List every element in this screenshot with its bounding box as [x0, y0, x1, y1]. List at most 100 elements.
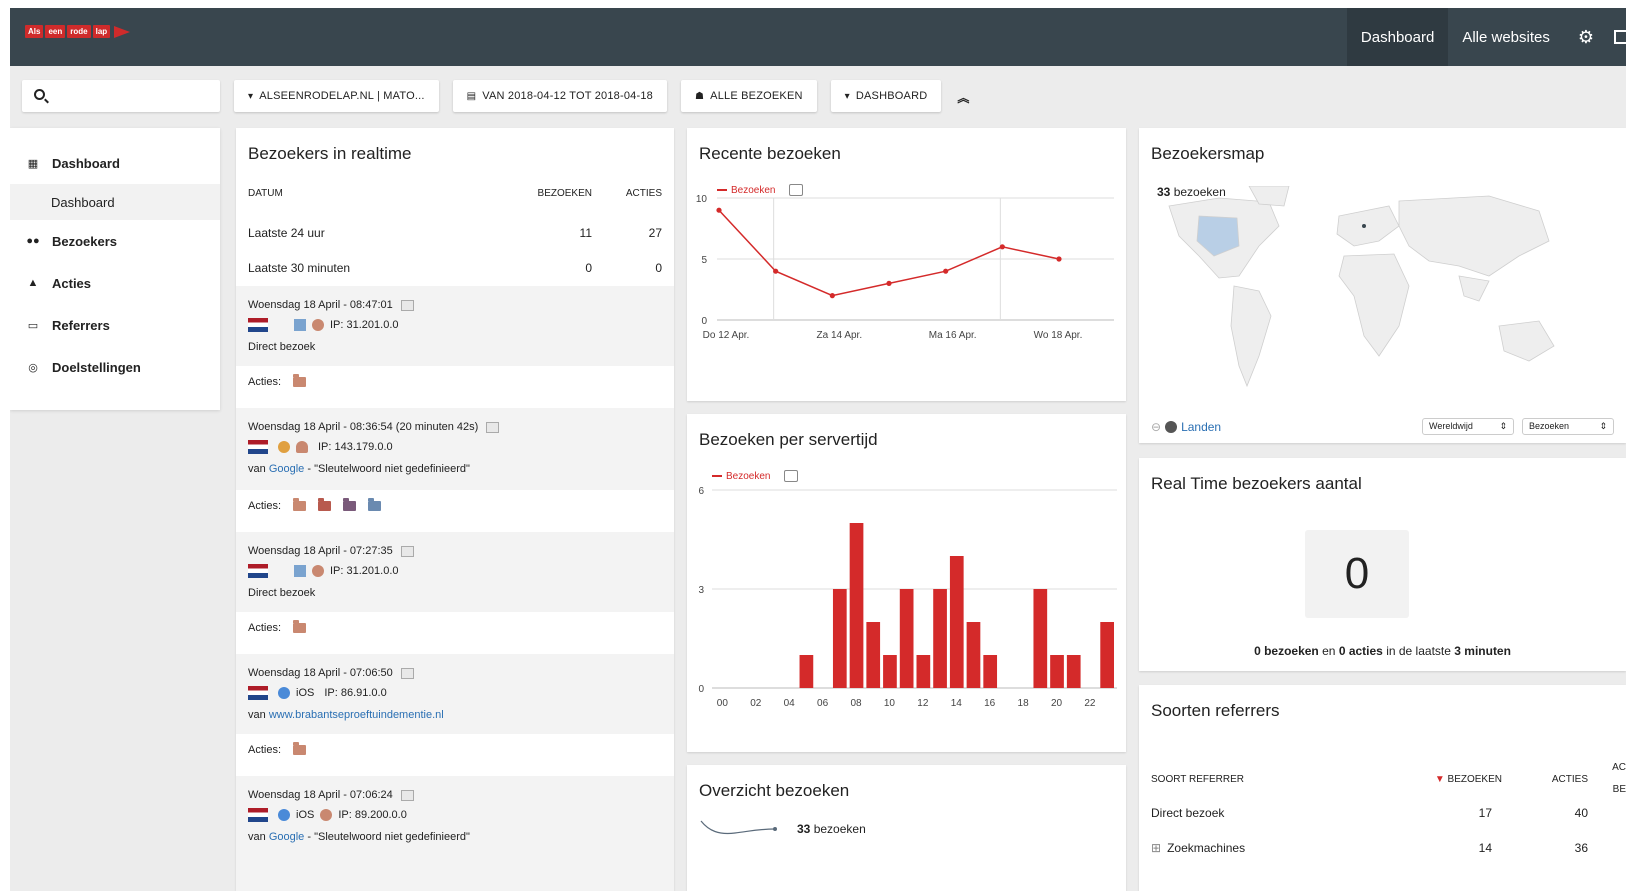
sidebar-item-actions[interactable]: ▲ Acties — [10, 262, 220, 304]
visit-date: Woensdag 18 April - 07:06:24 — [248, 789, 393, 801]
visit-date: Woensdag 18 April - 07:06:50 — [248, 667, 393, 679]
widget-title: Overzicht bezoeken — [699, 781, 850, 800]
column-header[interactable]: ▼ BEZOEKEN — [1382, 774, 1502, 785]
toolbar: ▾ ALSEENRODELAP.NL | MATO... ▤ VAN 2018-… — [22, 80, 969, 114]
sidebar-subitem-dashboard[interactable]: Dashboard — [10, 184, 220, 220]
row-actions: 36 — [1574, 841, 1588, 855]
logout-icon[interactable] — [1614, 30, 1626, 44]
table-header: SOORT REFERRER ▼ BEZOEKEN ACTIES AC BE — [1151, 757, 1626, 801]
sidebar-item-dashboard[interactable]: ▦ Dashboard — [10, 142, 220, 184]
profile-icon[interactable] — [400, 789, 414, 801]
column-header[interactable]: DATUM — [248, 188, 512, 199]
row-label: Laatste 30 minuten — [248, 261, 351, 275]
sidebar-item-referrers[interactable]: ▭ Referrers — [10, 304, 220, 346]
bar — [949, 556, 964, 688]
caret-icon: ▾ — [248, 90, 254, 102]
top-nav: Dashboard Alle websites ⚙ — [1346, 8, 1626, 66]
column-header-label: BE — [1612, 784, 1626, 795]
visit-ip: IP: 89.200.0.0 — [338, 809, 407, 821]
visit-source-prefix: van — [248, 709, 266, 721]
profile-icon[interactable] — [400, 545, 414, 557]
caret-icon: ▾ — [844, 90, 850, 102]
bar — [933, 589, 947, 688]
action-icon[interactable] — [293, 620, 307, 633]
safari-icon — [278, 687, 290, 699]
nav-all-websites[interactable]: Alle websites — [1448, 8, 1564, 66]
os-label: iOS — [296, 687, 315, 699]
x-tick-label: 20 — [1051, 698, 1063, 709]
widget-title: Bezoekersmap — [1151, 144, 1265, 163]
bar — [866, 622, 881, 688]
segment-selector[interactable]: ☗ ALLE BEZOEKEN — [680, 80, 817, 112]
data-point — [1056, 256, 1062, 262]
row-label: Zoekmachines — [1167, 841, 1246, 855]
y-tick-label: 3 — [698, 585, 704, 596]
action-icon[interactable] — [293, 374, 307, 387]
table-row: Laatste 30 minuten 0 0 — [248, 261, 662, 275]
sidebar-item-label: Referrers — [52, 317, 110, 333]
sidebar: ▦ Dashboard Dashboard ●● Bezoekers ▲ Act… — [10, 128, 220, 410]
visitor-icon — [312, 319, 324, 331]
bar — [1100, 622, 1114, 688]
x-tick-label: 16 — [984, 698, 996, 709]
referrer-link[interactable]: Google — [269, 831, 304, 843]
column-header[interactable]: ACTIES — [592, 188, 662, 199]
world-map[interactable] — [1159, 186, 1579, 406]
metric-select[interactable]: Bezoeken ⇕ — [1522, 418, 1614, 435]
target-icon: ◎ — [28, 361, 38, 374]
action-icon[interactable] — [293, 742, 307, 755]
map-footer: ⊖ Landen Wereldwijd ⇕ Bezoeken ⇕ — [1151, 418, 1614, 435]
column-header[interactable]: SOORT REFERRER — [1151, 774, 1382, 785]
search-input[interactable] — [22, 80, 220, 112]
nav-dashboard[interactable]: Dashboard — [1346, 8, 1449, 66]
profile-icon[interactable] — [400, 667, 414, 679]
column-header[interactable]: ACTIES — [1502, 774, 1588, 785]
visitor-icon — [312, 565, 324, 577]
visit-source-prefix: van — [248, 831, 266, 843]
bar — [916, 655, 931, 688]
action-icon[interactable] — [318, 498, 332, 511]
y-tick-label: 6 — [698, 486, 704, 497]
search-icon — [34, 89, 45, 100]
collapse-icon[interactable]: ︽ — [957, 80, 969, 114]
site-selector[interactable]: ▾ ALSEENRODELAP.NL | MATO... — [234, 80, 439, 112]
sidebar-item-visitors[interactable]: ●● Bezoekers — [10, 220, 220, 262]
column-header[interactable]: BEZOEKEN — [512, 188, 592, 199]
zoom-out-icon[interactable]: ⊖ — [1151, 420, 1161, 434]
dashboard-selector[interactable]: ▾ DASHBOARD — [830, 80, 942, 112]
grid-icon: ▦ — [27, 157, 39, 170]
bar — [983, 655, 998, 688]
binoculars-icon: ●● — [26, 235, 40, 247]
visitor-map-widget: Bezoekersmap 33 bezoeken ⊖ Landen Wereld… — [1139, 128, 1626, 443]
actions-label: Acties: — [248, 622, 282, 634]
bar — [883, 655, 897, 688]
sidebar-item-goals[interactable]: ◎ Doelstellingen — [10, 346, 220, 388]
visit-ip: IP: 31.201.0.0 — [330, 565, 399, 577]
x-tick-label: 18 — [1018, 698, 1030, 709]
period-selector[interactable]: ▤ VAN 2018-04-12 TOT 2018-04-18 — [452, 80, 667, 112]
profile-icon[interactable] — [486, 421, 500, 433]
region-select[interactable]: Wereldwijd ⇕ — [1422, 418, 1514, 435]
column-header[interactable]: AC BE — [1588, 757, 1626, 801]
expand-icon[interactable]: ⊞ — [1151, 841, 1161, 855]
sparkline — [700, 820, 777, 835]
x-tick-label: Wo 18 Apr. — [1034, 330, 1083, 341]
visit-actions: Acties: — [236, 490, 674, 532]
countries-link[interactable]: Landen — [1181, 420, 1221, 434]
flag-icon — [248, 440, 268, 454]
action-icon[interactable] — [343, 498, 357, 511]
top-bar: Als een rode lap Dashboard Alle websites… — [10, 8, 1626, 66]
realtime-widget: Bezoekers in realtime DATUM BEZOEKEN ACT… — [236, 128, 674, 891]
referrer-link[interactable]: www.brabantseproeftuindementie.nl — [269, 709, 444, 721]
referrer-link[interactable]: Google — [269, 463, 304, 475]
table-row[interactable]: ⊞ Zoekmachines 14 36 — [1151, 841, 1626, 855]
action-icon[interactable] — [293, 498, 307, 511]
matomo-logo[interactable]: Als een rode lap — [25, 25, 131, 38]
os-icon — [294, 319, 306, 331]
profile-icon[interactable] — [400, 299, 414, 311]
sidebar-item-label: Doelstellingen — [52, 359, 141, 375]
table-row[interactable]: Direct bezoek 17 40 — [1151, 806, 1626, 820]
action-icon[interactable] — [368, 498, 382, 511]
x-tick-label: 00 — [717, 698, 729, 709]
gear-icon[interactable]: ⚙ — [1564, 27, 1608, 48]
